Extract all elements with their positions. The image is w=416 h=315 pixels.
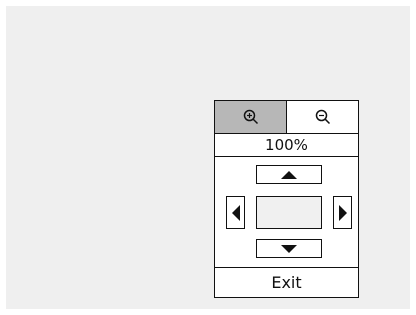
triangle-down-icon: [281, 244, 297, 253]
zoom-pan-panel: 100% Exit: [214, 100, 359, 298]
pan-right-button[interactable]: [333, 196, 352, 229]
screen-background: 100% Exit: [6, 6, 410, 309]
triangle-left-icon: [231, 204, 240, 221]
viewport-preview: [256, 196, 322, 229]
pan-up-button[interactable]: [256, 165, 322, 184]
pan-control: [215, 157, 358, 268]
exit-button[interactable]: Exit: [215, 268, 358, 297]
triangle-right-icon: [338, 204, 347, 221]
pan-down-button[interactable]: [256, 239, 322, 258]
zoom-level: 100%: [215, 134, 358, 157]
zoom-controls: [215, 101, 358, 134]
zoom-in-button[interactable]: [215, 101, 287, 133]
zoom-out-button[interactable]: [287, 101, 358, 133]
zoom-out-icon: [315, 109, 331, 125]
pan-left-button[interactable]: [226, 196, 245, 229]
zoom-in-icon: [243, 109, 259, 125]
triangle-up-icon: [281, 170, 297, 179]
